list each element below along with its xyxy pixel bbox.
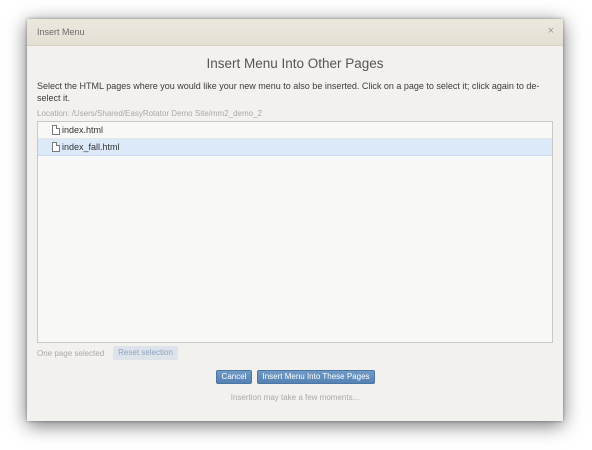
dialog-titlebar: Insert Menu × bbox=[27, 19, 563, 46]
insert-menu-button[interactable]: Insert Menu Into These Pages bbox=[257, 370, 375, 384]
reset-selection-button[interactable]: Reset selection bbox=[113, 346, 178, 360]
selection-status: One page selected bbox=[37, 349, 105, 358]
location-path: Location: /Users/Shared/EasyRotator Demo… bbox=[37, 109, 262, 118]
file-row-index-fall[interactable]: index_fall.html bbox=[38, 139, 552, 156]
dialog-heading: Insert Menu Into Other Pages bbox=[206, 56, 384, 71]
close-icon[interactable]: × bbox=[548, 26, 554, 37]
file-icon bbox=[52, 125, 60, 135]
dialog-title: Insert Menu bbox=[37, 27, 85, 37]
cancel-button[interactable]: Cancel bbox=[216, 370, 252, 384]
file-name: index_fall.html bbox=[62, 142, 120, 152]
file-name: index.html bbox=[62, 125, 104, 135]
file-row-index[interactable]: index.html bbox=[38, 122, 552, 139]
insert-menu-dialog: Insert Menu × Insert Menu Into Other Pag… bbox=[27, 19, 563, 421]
insertion-note: Insertion may take a few moments... bbox=[230, 393, 360, 402]
instructions-text: Select the HTML pages where you would li… bbox=[37, 81, 540, 103]
file-icon bbox=[52, 142, 60, 152]
file-list[interactable]: index.html index_fall.html bbox=[37, 121, 553, 343]
